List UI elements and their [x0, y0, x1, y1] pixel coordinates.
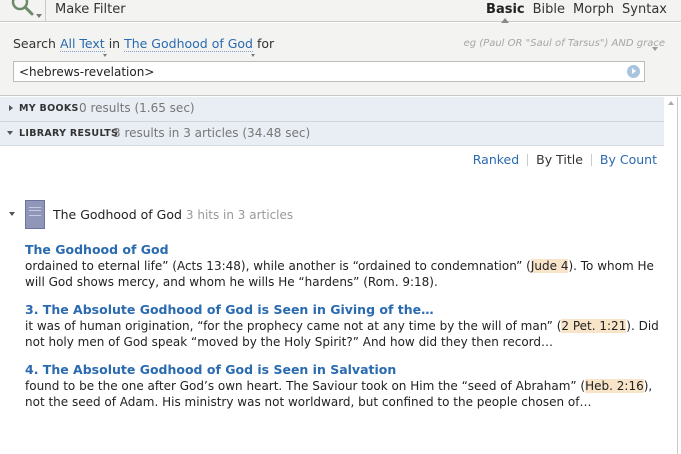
search-input[interactable]: <hebrews-revelation> — [13, 61, 645, 82]
search-result: The Godhood of God ordained to eternal l… — [25, 242, 660, 290]
scope-dropdown[interactable]: All Text — [59, 36, 107, 57]
book-collapse-arrow-icon[interactable] — [9, 212, 15, 216]
snippet-text: ordained to eternal life” (Acts 13:48), … — [25, 259, 531, 273]
result-snippet: it was of human origination, “for the pr… — [25, 318, 660, 350]
my-books-title: MY BOOKS — [19, 103, 79, 114]
search-type-button[interactable] — [0, 0, 46, 22]
result-snippet: ordained to eternal life” (Acts 13:48), … — [25, 258, 660, 290]
sort-ranked-link[interactable]: Ranked — [473, 152, 519, 167]
in-label: in — [108, 36, 121, 51]
search-mode-tabs: Basic Bible Morph Syntax — [486, 2, 667, 23]
my-books-section-header[interactable]: MY BOOKS 0 results (1.65 sec) — [0, 97, 664, 121]
scripture-reference-link[interactable]: Heb. 2:16 — [585, 379, 644, 393]
mode-tab-basic[interactable]: Basic — [486, 2, 525, 23]
book-cover-icon[interactable] — [25, 200, 45, 229]
search-result: 4. The Absolute Godhood of God is Seen i… — [25, 362, 660, 410]
for-label: for — [256, 36, 275, 51]
scope-caret-icon — [102, 54, 107, 57]
search-panel: Search All Text in The Godhood of God fo… — [0, 23, 681, 96]
sort-options: Ranked By Title By Count — [473, 152, 657, 167]
mode-tab-syntax[interactable]: Syntax — [622, 2, 667, 17]
search-type-caret-icon[interactable] — [36, 14, 42, 18]
search-result: 3. The Absolute Godhood of God is Seen i… — [25, 302, 660, 350]
mode-tab-bible[interactable]: Bible — [533, 2, 565, 17]
sort-divider — [590, 153, 592, 166]
search-prefix: Search — [13, 36, 56, 51]
snippet-text: it was of human origination, “for the pr… — [25, 319, 562, 333]
book-group-header[interactable]: The Godhood of God 3 hits in 3 articles — [53, 207, 293, 222]
search-example-hint: eg (Paul OR "Saul of Tarsus") AND grace — [463, 38, 665, 49]
sort-divider — [527, 153, 529, 166]
query-history-caret-icon[interactable] — [652, 47, 658, 51]
library-results-title: LIBRARY RESULTS — [19, 128, 119, 139]
resource-label: The Godhood of God — [124, 36, 253, 51]
scripture-reference-link[interactable]: Jude 4 — [530, 259, 569, 273]
sort-by-count-link[interactable]: By Count — [600, 152, 657, 167]
scripture-reference-link[interactable]: 2 Pet. 1:21 — [561, 319, 627, 333]
resource-caret-icon — [250, 54, 255, 57]
result-title-link[interactable]: 3. The Absolute Godhood of God is Seen i… — [25, 302, 660, 318]
resource-dropdown[interactable]: The Godhood of God — [124, 36, 255, 57]
book-hits-count: 3 hits in 3 articles — [185, 208, 294, 222]
snippet-text: found to be the one after God’s own hear… — [25, 379, 586, 393]
collapse-arrow-icon[interactable] — [7, 131, 13, 135]
library-results-info: 3 results in 3 articles (34.48 sec) — [113, 126, 311, 140]
my-books-info: 0 results (1.65 sec) — [79, 101, 195, 115]
library-results-section-header[interactable]: LIBRARY RESULTS 3 results in 3 articles … — [0, 122, 664, 146]
expand-arrow-icon[interactable] — [9, 105, 13, 111]
go-arrow-icon[interactable] — [627, 65, 640, 78]
scope-label: All Text — [59, 36, 105, 51]
mode-tab-morph[interactable]: Morph — [573, 2, 614, 17]
search-query-text: <hebrews-revelation> — [19, 65, 155, 79]
magnifier-icon — [11, 0, 34, 16]
search-toolbar: Make Filter Basic Bible Morph Syntax — [0, 0, 681, 23]
scrollbar-track[interactable] — [677, 97, 678, 454]
book-title: The Godhood of God — [53, 207, 182, 222]
result-snippet: found to be the one after God’s own hear… — [25, 378, 660, 410]
make-filter-button[interactable]: Make Filter — [55, 2, 126, 17]
sort-by-title-link[interactable]: By Title — [536, 152, 583, 167]
search-scope-line: Search All Text in The Godhood of God fo… — [13, 36, 275, 57]
result-title-link[interactable]: 4. The Absolute Godhood of God is Seen i… — [25, 362, 660, 378]
result-title-link[interactable]: The Godhood of God — [25, 242, 660, 258]
scroll-up-arrow-icon[interactable] — [668, 101, 674, 105]
